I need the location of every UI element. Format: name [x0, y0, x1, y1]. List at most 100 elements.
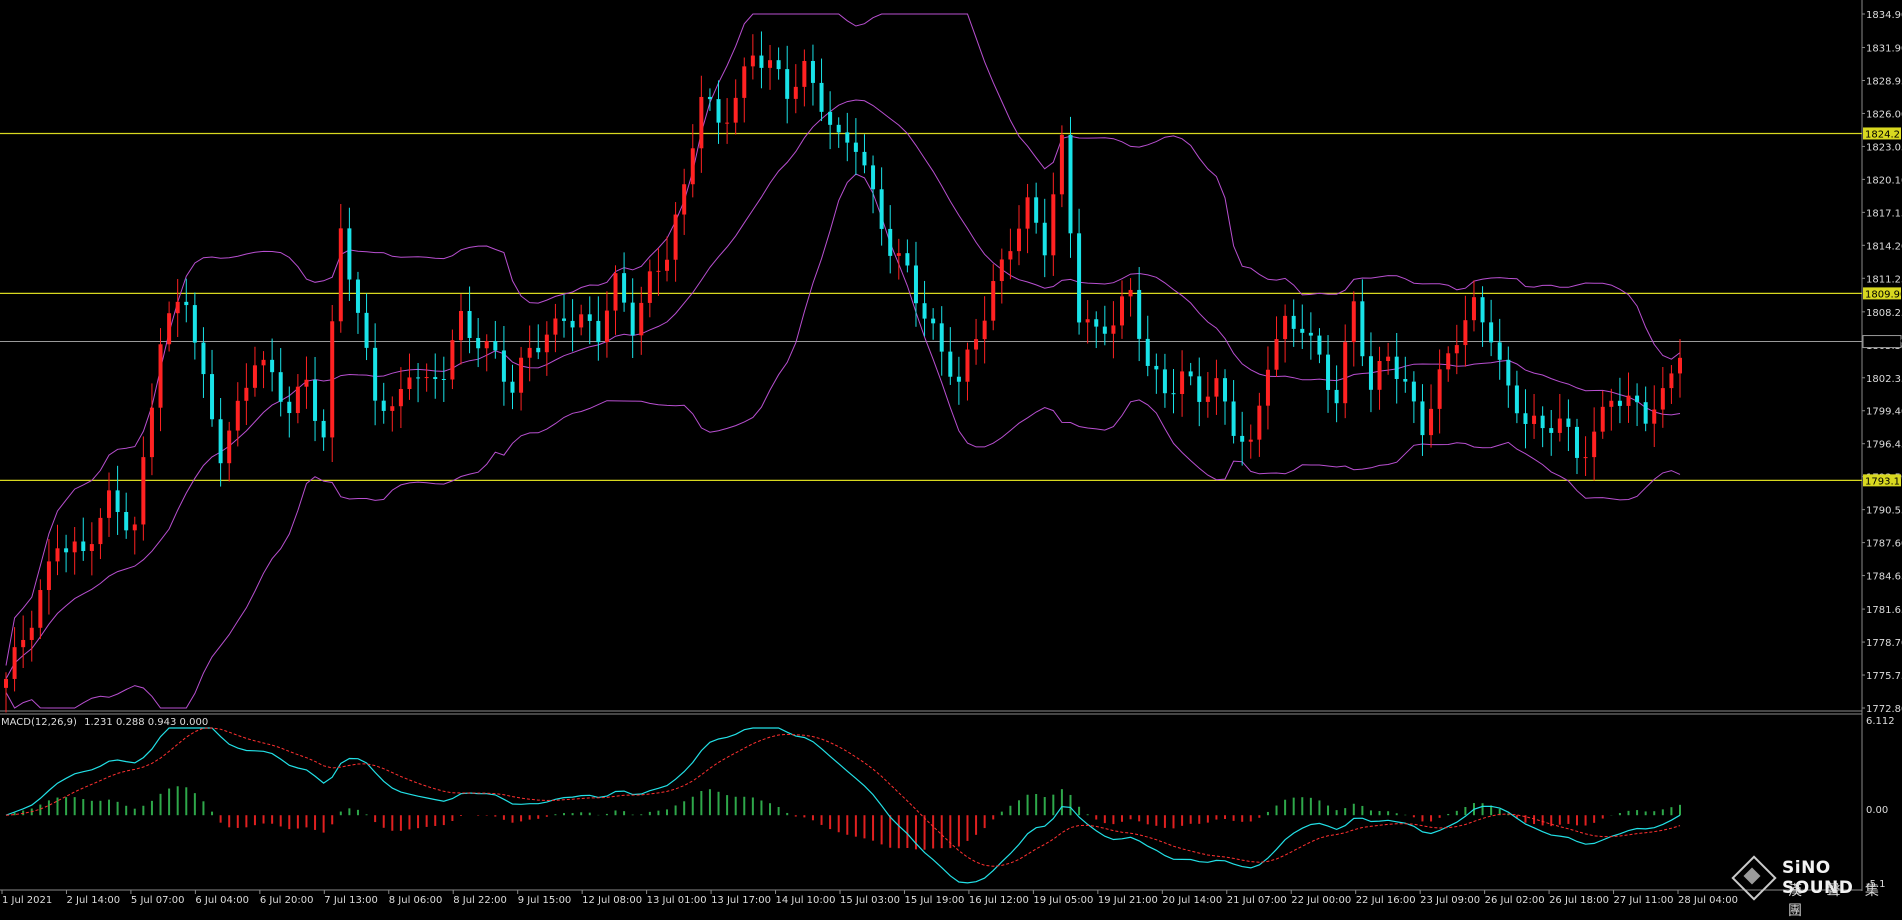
candle-body[interactable]	[29, 627, 34, 640]
candle-body[interactable]	[424, 377, 429, 379]
candle-body[interactable]	[433, 377, 438, 379]
candle-body[interactable]	[1351, 301, 1356, 343]
candle-body[interactable]	[939, 323, 944, 352]
candle-body[interactable]	[579, 314, 584, 328]
candle-body[interactable]	[484, 341, 489, 349]
candle-body[interactable]	[252, 365, 257, 388]
candle-body[interactable]	[1223, 378, 1228, 402]
candle-body[interactable]	[639, 302, 644, 336]
candle-body[interactable]	[1265, 369, 1270, 406]
candle-body[interactable]	[836, 124, 841, 133]
candle-body[interactable]	[132, 524, 137, 531]
candle-body[interactable]	[1248, 439, 1253, 442]
candle-body[interactable]	[321, 420, 326, 438]
candle-body[interactable]	[931, 318, 936, 324]
candle-body[interactable]	[810, 60, 815, 83]
candle-body[interactable]	[21, 639, 26, 648]
candle-body[interactable]	[1034, 197, 1039, 223]
candle-body[interactable]	[1506, 359, 1511, 386]
candle-body[interactable]	[1497, 342, 1502, 360]
candle-body[interactable]	[768, 60, 773, 68]
candle-body[interactable]	[381, 400, 386, 411]
candle-body[interactable]	[519, 357, 524, 393]
candle-body[interactable]	[1446, 353, 1451, 370]
candle-body[interactable]	[1077, 233, 1082, 323]
candle-body[interactable]	[604, 310, 609, 343]
candle-body[interactable]	[630, 302, 635, 336]
candle-body[interactable]	[1008, 251, 1013, 260]
candle-body[interactable]	[562, 318, 566, 321]
candle-body[interactable]	[733, 97, 738, 123]
candle-body[interactable]	[1308, 332, 1313, 336]
candle-body[interactable]	[1523, 413, 1528, 424]
candle-body[interactable]	[1600, 406, 1605, 432]
price-chart[interactable]: 1834.90 1831.90 1828.95 1826.00 1823.05 1820.…	[0, 0, 1902, 906]
candle-body[interactable]	[201, 342, 206, 375]
candle-body[interactable]	[1025, 197, 1030, 229]
candle-body[interactable]	[1403, 378, 1408, 382]
candle-body[interactable]	[1085, 319, 1090, 323]
candle-body[interactable]	[115, 490, 120, 513]
candle-body[interactable]	[1635, 395, 1640, 403]
candle-body[interactable]	[828, 111, 833, 125]
candle-body[interactable]	[235, 400, 240, 431]
candle-body[interactable]	[1120, 296, 1124, 326]
candle-body[interactable]	[398, 389, 403, 407]
candle-body[interactable]	[759, 55, 764, 68]
candle-body[interactable]	[1557, 418, 1562, 433]
candle-body[interactable]	[1197, 376, 1202, 402]
candle-body[interactable]	[1411, 381, 1416, 402]
candle-body[interactable]	[1214, 378, 1219, 397]
candle-body[interactable]	[278, 372, 283, 402]
candle-body[interactable]	[776, 60, 781, 70]
candle-body[interactable]	[124, 512, 129, 531]
candle-body[interactable]	[46, 561, 51, 591]
candle-body[interactable]	[1188, 371, 1193, 377]
candle-body[interactable]	[871, 165, 876, 190]
candle-body[interactable]	[1626, 395, 1631, 406]
candle-body[interactable]	[1145, 338, 1150, 366]
candle-body[interactable]	[570, 320, 575, 328]
candle-body[interactable]	[55, 548, 60, 562]
candle-body[interactable]	[707, 96, 712, 100]
candle-body[interactable]	[467, 310, 472, 338]
candle-body[interactable]	[1300, 328, 1305, 333]
candle-body[interactable]	[227, 430, 232, 464]
candle-body[interactable]	[1162, 369, 1167, 394]
candle-body[interactable]	[1583, 457, 1588, 459]
candle-body[interactable]	[1617, 400, 1622, 406]
candle-body[interactable]	[1111, 325, 1116, 334]
candle-body[interactable]	[450, 340, 455, 380]
candle-body[interactable]	[750, 55, 755, 67]
candle-body[interactable]	[682, 184, 687, 215]
candle-body[interactable]	[742, 66, 747, 98]
candle-body[interactable]	[819, 82, 824, 112]
candle-body[interactable]	[725, 122, 730, 124]
candle-body[interactable]	[690, 148, 695, 185]
candle-body[interactable]	[1094, 319, 1099, 327]
candle-body[interactable]	[192, 305, 197, 343]
candle-body[interactable]	[458, 310, 463, 341]
candle-body[interactable]	[785, 69, 790, 99]
candle-body[interactable]	[1154, 365, 1159, 370]
candle-body[interactable]	[1128, 289, 1133, 297]
candle-body[interactable]	[1471, 297, 1476, 321]
candle-body[interactable]	[879, 189, 884, 229]
candle-body[interactable]	[347, 228, 352, 280]
candle-body[interactable]	[107, 490, 112, 518]
candle-body[interactable]	[501, 350, 506, 382]
candle-body[interactable]	[888, 228, 893, 256]
candle-body[interactable]	[313, 379, 318, 421]
candle-body[interactable]	[1574, 426, 1579, 458]
candle-body[interactable]	[1669, 373, 1674, 389]
candle-body[interactable]	[261, 359, 266, 366]
candle-body[interactable]	[510, 381, 515, 393]
candle-body[interactable]	[244, 387, 249, 401]
candle-body[interactable]	[613, 273, 618, 311]
candle-body[interactable]	[1334, 389, 1339, 404]
candle-body[interactable]	[98, 517, 103, 545]
candle-body[interactable]	[1051, 194, 1056, 256]
candle-body[interactable]	[544, 334, 549, 353]
candle-body[interactable]	[441, 378, 446, 380]
candle-body[interactable]	[956, 376, 961, 382]
